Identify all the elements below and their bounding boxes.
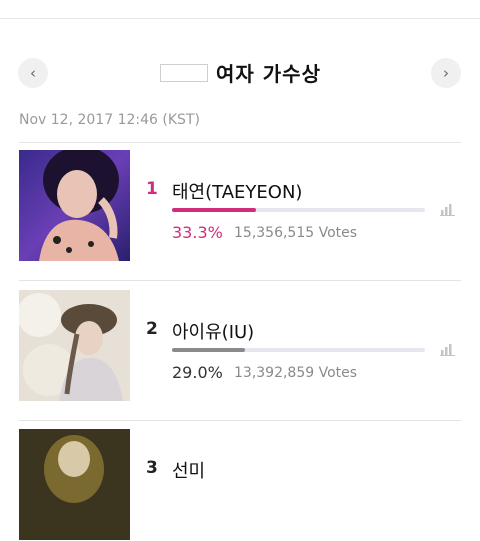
rank-number: 3 (146, 458, 158, 478)
candidate-name: 태연(TAEYEON) (172, 182, 303, 203)
rank-number: 1 (146, 179, 158, 199)
candidate-row-1[interactable]: 1 태연(TAEYEON) 33.3% 15,356,515 Votes (0, 150, 480, 262)
candidate-name: 선미 (172, 461, 206, 482)
chevron-left-icon[interactable]: ‹ (18, 58, 48, 88)
vote-bar-fill (172, 208, 256, 212)
top-strip (0, 0, 480, 19)
rank-number: 2 (146, 319, 158, 339)
candidate-photo-2 (19, 290, 130, 401)
page-title: 여자 가수상 (216, 62, 321, 86)
candidate-photo-1 (19, 150, 130, 261)
prev-glyph: ‹ (30, 64, 36, 82)
vote-count: 13,392,859 Votes (234, 365, 358, 381)
vote-bar-track (172, 208, 425, 212)
vote-count: 15,356,515 Votes (234, 225, 358, 241)
candidate-row-3[interactable]: 3 선미 (0, 429, 480, 541)
candidate-name: 아이유(IU) (172, 322, 255, 343)
next-glyph: › (443, 64, 449, 82)
divider (19, 280, 461, 281)
bar-chart-icon[interactable] (440, 204, 455, 216)
divider (19, 420, 461, 421)
divider (19, 142, 461, 143)
header: ‹ 여자 가수상 › (0, 56, 480, 90)
vote-bar-track (172, 348, 425, 352)
vote-bar-fill (172, 348, 245, 352)
timestamp: Nov 12, 2017 12:46 (KST) (19, 112, 200, 128)
bar-chart-icon[interactable] (440, 344, 455, 356)
candidate-photo-3 (19, 429, 130, 540)
title-logo-box (160, 64, 208, 82)
vote-percent: 33.3% (172, 223, 223, 242)
candidate-row-2[interactable]: 2 아이유(IU) 29.0% 13,392,859 Votes (0, 290, 480, 402)
chevron-right-icon[interactable]: › (431, 58, 461, 88)
vote-percent: 29.0% (172, 363, 223, 382)
